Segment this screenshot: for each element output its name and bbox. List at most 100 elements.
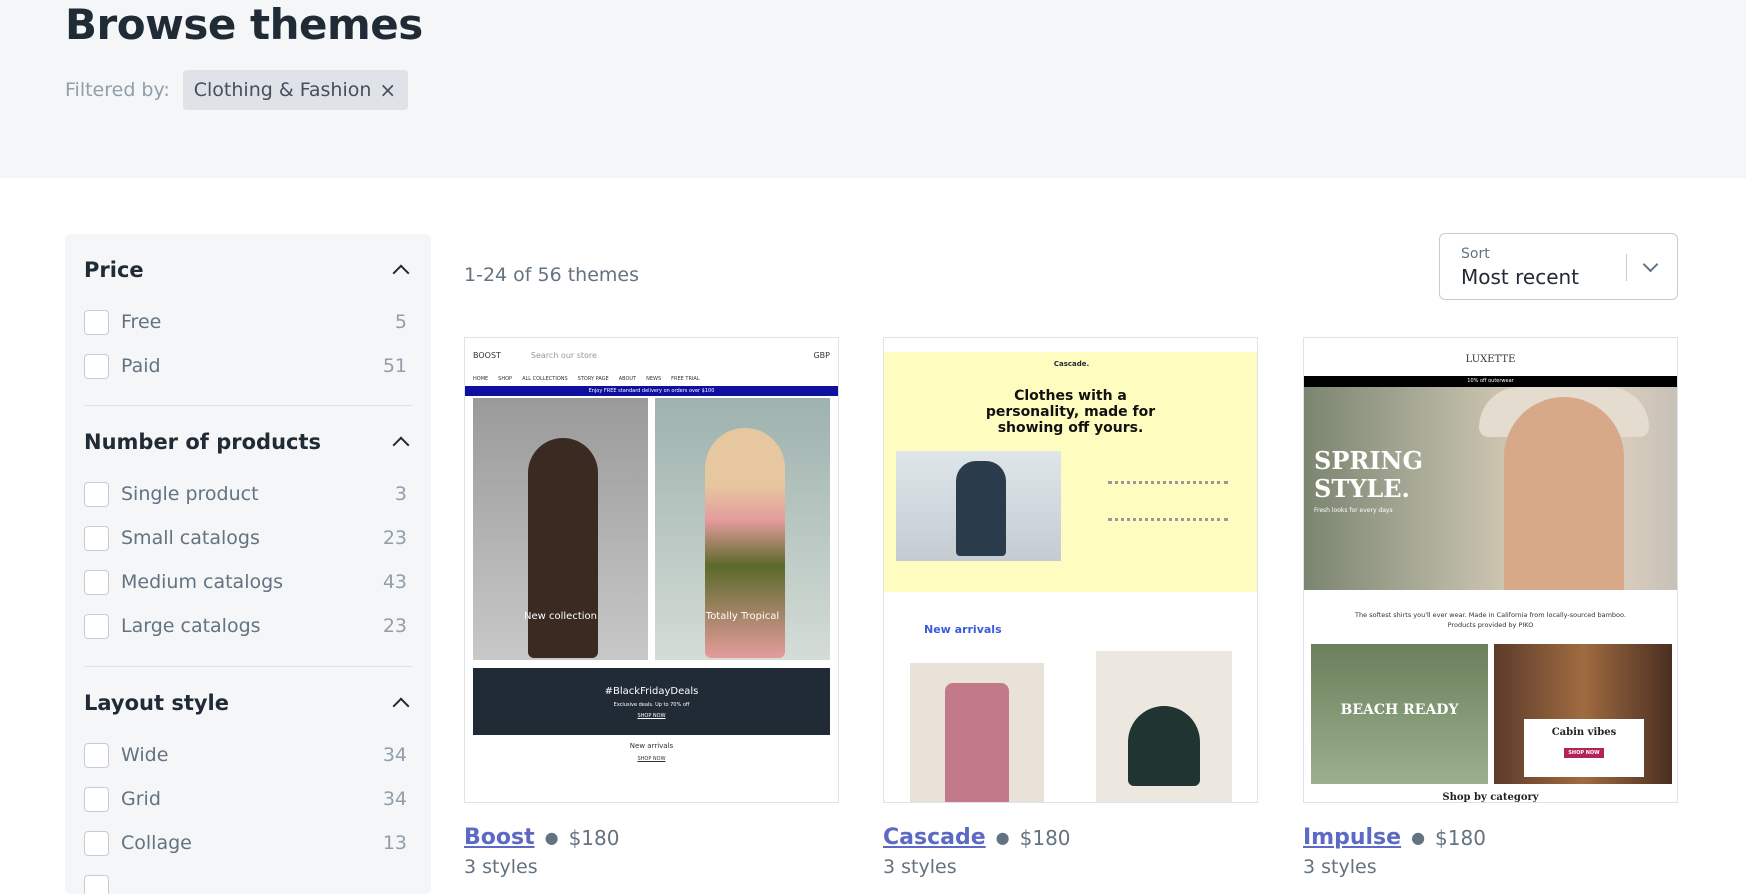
checkbox[interactable] bbox=[84, 570, 109, 595]
preview-collection-title: Cabin vibes bbox=[1524, 727, 1644, 738]
preview-section: New arrivals SHOP NOW bbox=[465, 742, 838, 762]
preview-headline: Clothes with a personality, made for sho… bbox=[884, 388, 1257, 436]
option-count: 13 bbox=[383, 832, 407, 854]
checkbox[interactable] bbox=[84, 526, 109, 551]
option-label: Paid bbox=[121, 355, 383, 377]
checkbox[interactable] bbox=[84, 482, 109, 507]
theme-meta: Cascade ● $180 bbox=[883, 825, 1258, 850]
checkbox[interactable] bbox=[84, 614, 109, 639]
chevron-up-icon[interactable] bbox=[393, 437, 410, 454]
theme-preview-image[interactable]: LUXETTE 10% off outerwear SPRING STYLE. … bbox=[1303, 337, 1678, 803]
option-count: 3 bbox=[395, 483, 407, 505]
theme-card-impulse: LUXETTE 10% off outerwear SPRING STYLE. … bbox=[1303, 337, 1678, 878]
theme-name-link[interactable]: Boost bbox=[464, 825, 535, 850]
checkbox[interactable] bbox=[84, 310, 109, 335]
filter-option-single-product[interactable]: Single product 3 bbox=[84, 472, 413, 516]
option-label: Large catalogs bbox=[121, 615, 383, 637]
filter-section-layout-style: Layout style Wide 34 Grid 34 Collage 13 bbox=[84, 667, 413, 894]
theme-preview-image[interactable]: Cascade. Clothes with a personality, mad… bbox=[883, 337, 1258, 803]
checkbox[interactable] bbox=[84, 743, 109, 768]
option-count: 34 bbox=[383, 744, 407, 766]
filter-option-wide[interactable]: Wide 34 bbox=[84, 733, 413, 777]
preview-nav-item: ALL COLLECTIONS bbox=[522, 376, 568, 382]
preview-promo-sub: Exclusive deals. Up to 70% off bbox=[473, 702, 830, 708]
filter-option-grid[interactable]: Grid 34 bbox=[84, 777, 413, 821]
checkbox[interactable] bbox=[84, 831, 109, 856]
chevron-up-icon[interactable] bbox=[393, 265, 410, 282]
option-label: Single product bbox=[121, 483, 395, 505]
preview-collection-image: BEACH READY bbox=[1311, 644, 1488, 784]
preview-nav-item: FREE TRIAL bbox=[671, 376, 699, 382]
page-header: Browse themes Filtered by: Clothing & Fa… bbox=[0, 0, 1746, 178]
checkbox[interactable] bbox=[84, 875, 109, 894]
filter-option-small-catalogs[interactable]: Small catalogs 23 bbox=[84, 516, 413, 560]
theme-meta: Boost ● $180 bbox=[464, 825, 839, 850]
preview-text-block bbox=[1108, 481, 1228, 521]
preview-logo: BOOST bbox=[473, 351, 501, 360]
results-count: 1-24 of 56 themes bbox=[464, 264, 639, 286]
preview-figure bbox=[528, 438, 598, 658]
divider bbox=[1626, 254, 1627, 281]
preview-product-image bbox=[1096, 651, 1232, 803]
theme-preview-image[interactable]: BOOST Search our store GBP HOME SHOP ALL… bbox=[464, 337, 839, 803]
preview-nav-item: NEWS bbox=[646, 376, 661, 382]
preview-section-title: New arrivals bbox=[465, 742, 838, 750]
preview-model-image: Totally Tropical bbox=[655, 398, 830, 660]
preview-tagline-text: The softest shirts you'll ever wear. Mad… bbox=[1304, 610, 1677, 620]
filter-option-medium-catalogs[interactable]: Medium catalogs 43 bbox=[84, 560, 413, 604]
preview-product bbox=[945, 683, 1009, 803]
filter-sidebar: Price Free 5 Paid 51 Number of products … bbox=[65, 234, 431, 894]
option-count: 43 bbox=[383, 571, 407, 593]
close-icon[interactable]: × bbox=[379, 78, 396, 102]
preview-nav: HOME SHOP ALL COLLECTIONS STORY PAGE ABO… bbox=[465, 372, 838, 386]
preview-promo: #BlackFridayDeals Exclusive deals. Up to… bbox=[473, 668, 830, 735]
filter-section-number-of-products: Number of products Single product 3 Smal… bbox=[84, 406, 413, 667]
preview-figure bbox=[1504, 397, 1624, 590]
filter-option-large-catalogs[interactable]: Large catalogs 23 bbox=[84, 604, 413, 648]
filter-section-header[interactable]: Price bbox=[84, 234, 413, 300]
preview-nav-item: SHOP bbox=[498, 376, 512, 382]
preview-banner: Enjoy FREE standard delivery on orders o… bbox=[465, 386, 838, 396]
filter-section-header[interactable]: Layout style bbox=[84, 667, 413, 733]
preview-tagline: The softest shirts you'll ever wear. Mad… bbox=[1304, 610, 1677, 630]
filter-option-collage[interactable]: Collage 13 bbox=[84, 821, 413, 865]
preview-caption: Totally Tropical bbox=[655, 611, 830, 622]
preview-currency: GBP bbox=[813, 351, 830, 360]
preview-product bbox=[1128, 706, 1200, 786]
sort-label: Sort bbox=[1461, 246, 1490, 262]
preview-nav-item: HOME bbox=[473, 376, 488, 382]
theme-name-link[interactable]: Cascade bbox=[883, 825, 986, 850]
filter-section-header[interactable]: Number of products bbox=[84, 406, 413, 472]
preview-promo-link: SHOP NOW bbox=[473, 713, 830, 719]
section-title: Layout style bbox=[84, 691, 229, 715]
filter-option-partial[interactable] bbox=[84, 865, 413, 894]
filter-option-paid[interactable]: Paid 51 bbox=[84, 344, 413, 388]
chevron-up-icon[interactable] bbox=[393, 698, 410, 715]
filter-chip-clothing-fashion[interactable]: Clothing & Fashion × bbox=[183, 70, 408, 110]
filter-option-free[interactable]: Free 5 bbox=[84, 300, 413, 344]
filter-section-price: Price Free 5 Paid 51 bbox=[84, 234, 413, 406]
checkbox[interactable] bbox=[84, 787, 109, 812]
preview-logo: Cascade. bbox=[884, 360, 1258, 368]
preview-figure bbox=[956, 461, 1006, 556]
theme-card-cascade: Cascade. Clothes with a personality, mad… bbox=[883, 337, 1258, 878]
option-count: 51 bbox=[383, 355, 407, 377]
option-count: 34 bbox=[383, 788, 407, 810]
preview-figure bbox=[705, 428, 785, 658]
option-label: Collage bbox=[121, 832, 383, 854]
chevron-down-icon[interactable] bbox=[1643, 257, 1659, 273]
checkbox[interactable] bbox=[84, 354, 109, 379]
option-label: Wide bbox=[121, 744, 383, 766]
theme-name-link[interactable]: Impulse bbox=[1303, 825, 1401, 850]
section-title: Price bbox=[84, 258, 144, 282]
preview-logo: LUXETTE bbox=[1314, 354, 1667, 365]
theme-card-boost: BOOST Search our store GBP HOME SHOP ALL… bbox=[464, 337, 839, 878]
preview-hero-title: SPRING STYLE. bbox=[1314, 447, 1424, 503]
page-title: Browse themes bbox=[65, 0, 423, 50]
preview-model-image: New collection bbox=[473, 398, 648, 660]
preview-topbar: LUXETTE bbox=[1304, 338, 1677, 376]
theme-meta: Impulse ● $180 bbox=[1303, 825, 1678, 850]
sort-select[interactable]: Sort Most recent bbox=[1439, 233, 1678, 300]
preview-collection-box: Cabin vibes SHOP NOW bbox=[1524, 719, 1644, 777]
preview-topbar: BOOST Search our store GBP bbox=[465, 338, 838, 372]
